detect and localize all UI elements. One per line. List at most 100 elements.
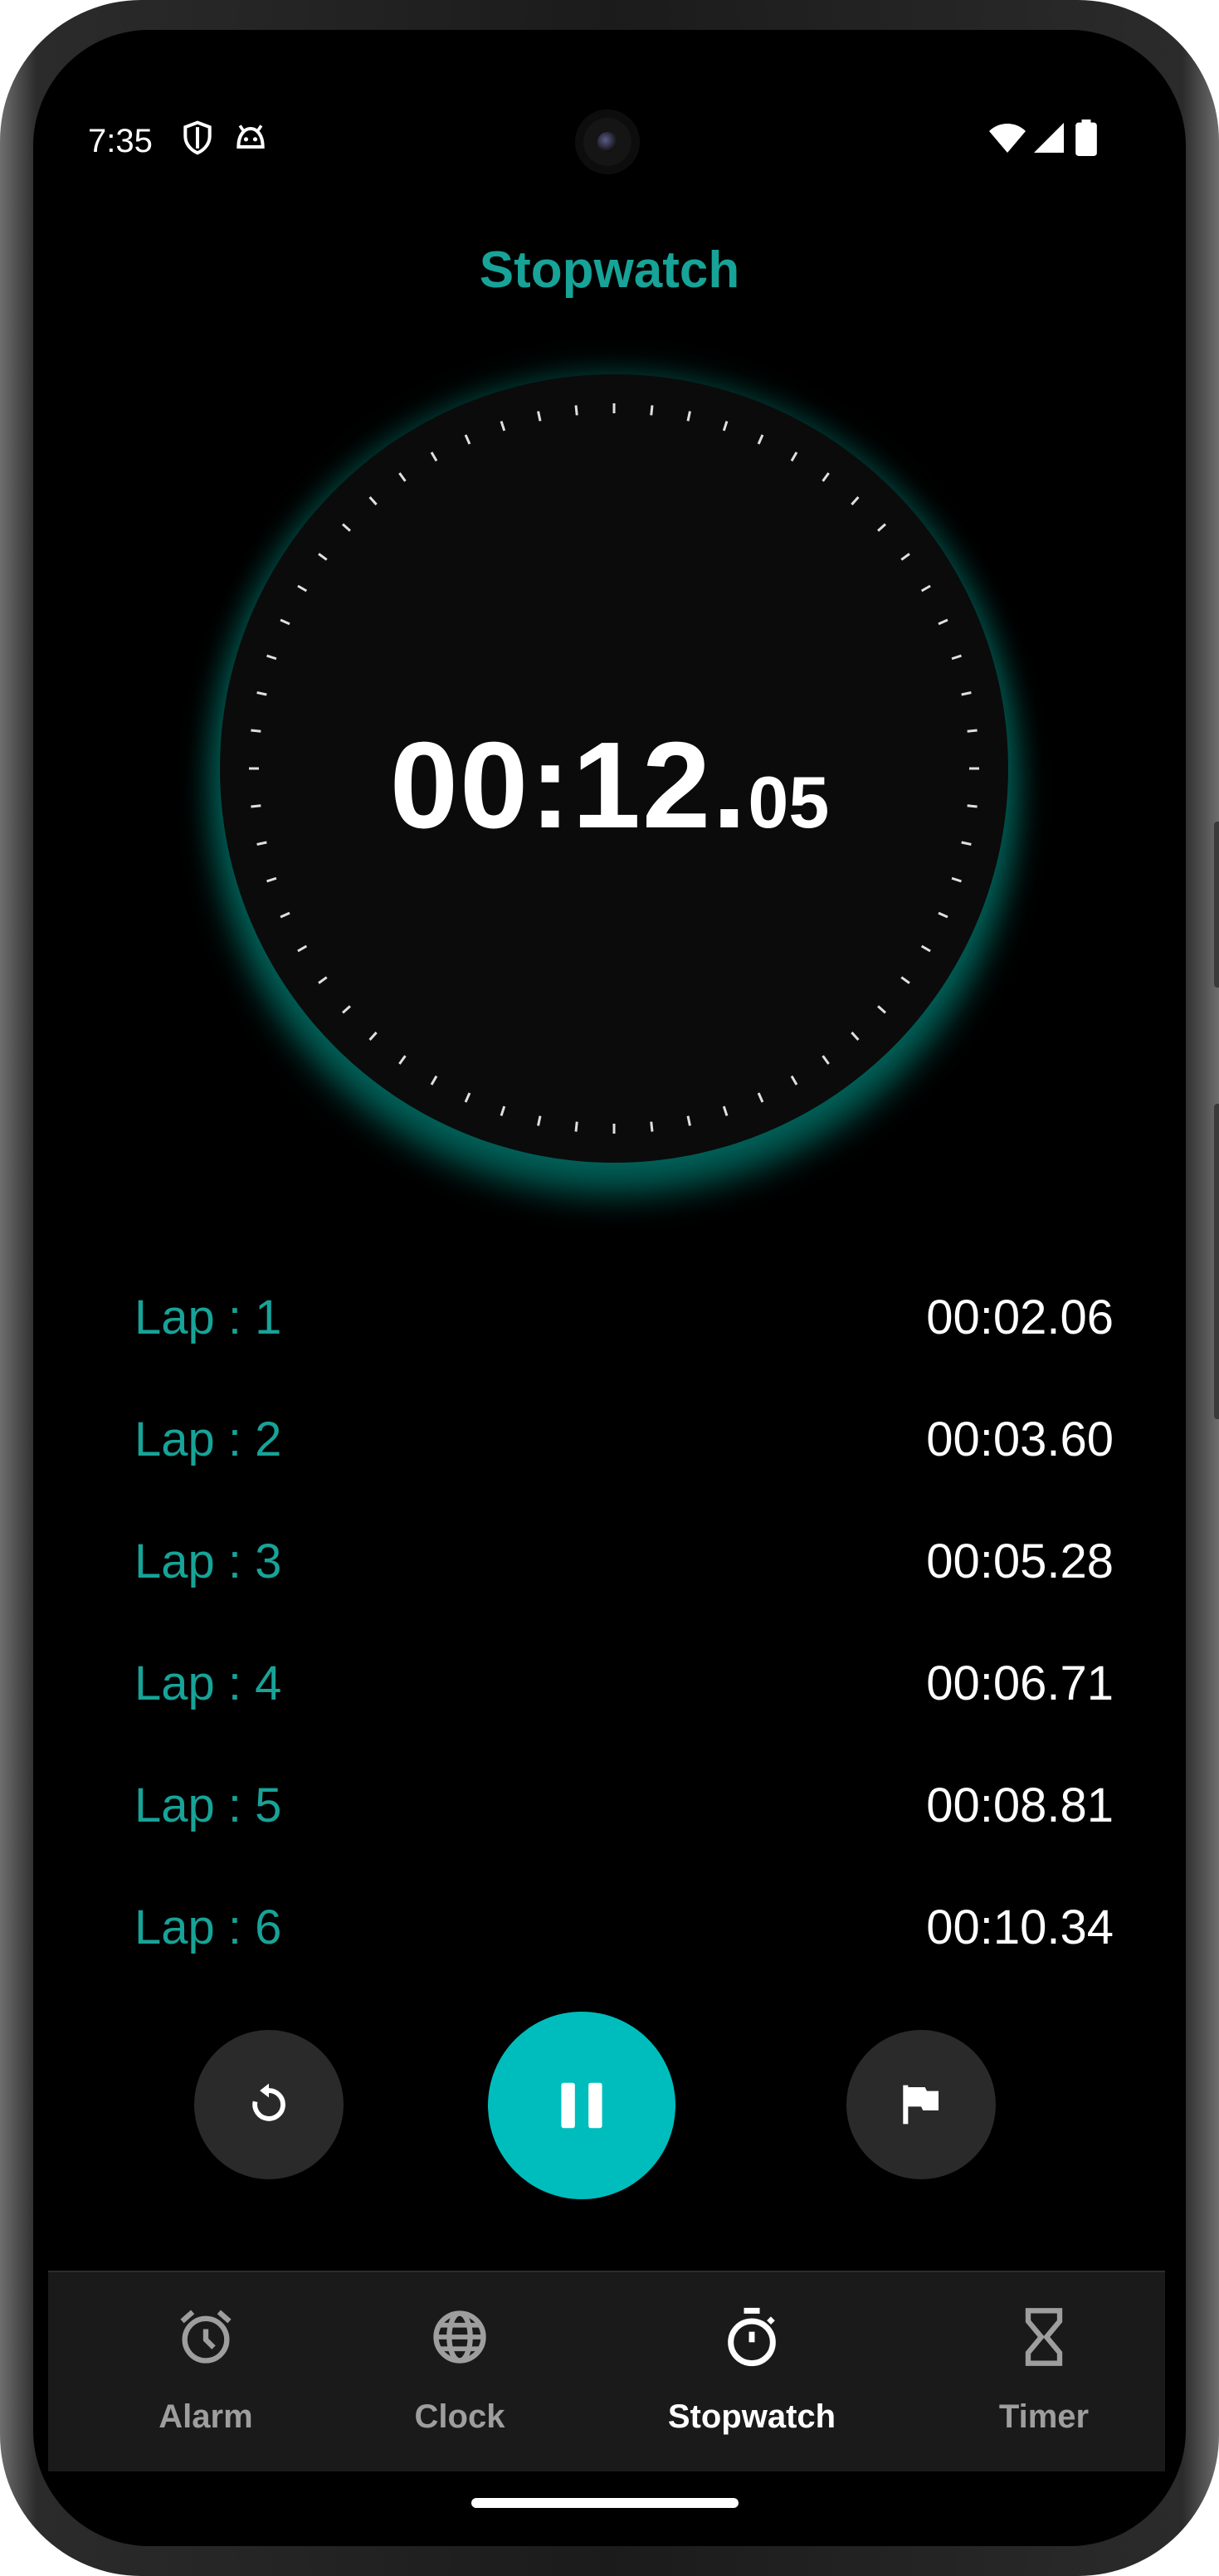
dial-tick: [650, 405, 654, 416]
flag-icon: [903, 2085, 939, 2125]
dial-tick: [920, 584, 931, 593]
nav-label-timer: Timer: [998, 2398, 1090, 2435]
lap-row: Lap : 2 00:03.60: [134, 1387, 1114, 1509]
status-time: 7:35: [88, 123, 153, 159]
lap-time: 00:10.34: [926, 1900, 1114, 1954]
dial-tick: [938, 618, 948, 626]
dial-tick: [430, 1075, 438, 1086]
lap-label: Lap : 2: [134, 1412, 282, 1466]
power-button: [1214, 1104, 1219, 1419]
dial-tick: [342, 1005, 351, 1014]
dial-tick: [297, 584, 308, 593]
lap-time: 00:02.06: [926, 1290, 1114, 1344]
nav-item-timer[interactable]: Timer: [919, 2272, 1168, 2471]
dial-tick: [686, 1115, 691, 1126]
dial-tick: [318, 553, 328, 561]
lap-row: Lap : 4 00:06.71: [134, 1631, 1114, 1753]
dial-tick: [877, 523, 886, 532]
lap-label: Lap : 5: [134, 1778, 282, 1832]
lap-time: 00:08.81: [926, 1778, 1114, 1832]
lap-button[interactable]: [846, 2030, 996, 2179]
dial-tick: [822, 472, 830, 482]
dial-tick: [368, 496, 378, 505]
dial-tick: [318, 976, 328, 984]
page-title: Stopwatch: [479, 242, 740, 299]
lap-row: Lap : 5 00:08.81: [134, 1753, 1114, 1875]
dial-tick: [342, 523, 351, 532]
stopwatch-readout: 00:12.05: [33, 715, 1186, 856]
dial-tick: [256, 691, 267, 696]
nav-item-stopwatch[interactable]: Stopwatch: [627, 2272, 876, 2471]
dial-tick: [266, 654, 277, 661]
lap-label: Lap : 1: [134, 1290, 282, 1344]
dial-tick: [722, 1105, 729, 1116]
dial-tick: [398, 1055, 407, 1065]
dial-tick: [757, 1092, 764, 1103]
dial-tick: [398, 472, 407, 482]
pause-button[interactable]: [488, 2012, 675, 2199]
dial-tick: [537, 1115, 542, 1126]
dial-tick: [297, 944, 308, 953]
lap-row: Lap : 1 00:02.06: [134, 1265, 1114, 1387]
lap-row: Lap : 6 00:10.34: [134, 1875, 1114, 1997]
dial-tick: [961, 691, 972, 696]
nav-label-alarm: Alarm: [158, 2398, 253, 2435]
alarm-icon: [180, 2310, 232, 2364]
dial-tick: [938, 911, 948, 919]
pause-icon: [561, 2082, 602, 2129]
reset-icon: [252, 2083, 285, 2121]
lap-time: 00:05.28: [926, 1534, 1114, 1588]
phone-frame: 7:35 Stopwatch 00:12.05 Lap : 1 00:02.06…: [0, 0, 1219, 2576]
dial-tick: [368, 1032, 378, 1041]
nav-label-clock: Clock: [414, 2398, 505, 2435]
volume-button: [1214, 822, 1219, 988]
globe-icon: [433, 2310, 486, 2364]
reset-button[interactable]: [194, 2030, 344, 2179]
lap-label: Lap : 4: [134, 1656, 282, 1710]
elapsed-time: 00:12.: [389, 717, 748, 854]
dial-tick: [537, 411, 542, 422]
dial-tick: [920, 944, 931, 953]
dial-tick: [851, 1032, 860, 1041]
dial-tick: [574, 405, 578, 416]
dial-tick: [790, 451, 798, 462]
battery-icon: [1075, 120, 1097, 156]
dial-tick: [790, 1075, 798, 1086]
dial-tick: [430, 451, 438, 462]
dial-tick: [650, 1121, 654, 1132]
nav-item-alarm[interactable]: Alarm: [81, 2272, 330, 2471]
dial-tick: [266, 876, 277, 883]
dial-tick: [757, 434, 764, 445]
dial-tick: [686, 411, 691, 422]
dial-tick: [722, 421, 729, 432]
dial-tick: [574, 1121, 578, 1132]
dial-tick: [900, 976, 910, 984]
android-face-icon: [236, 124, 265, 149]
dial-tick: [500, 421, 506, 432]
lap-time: 00:03.60: [926, 1412, 1114, 1466]
dial-tick: [280, 911, 290, 919]
hourglass-icon: [1025, 2308, 1063, 2366]
wifi-icon: [989, 124, 1026, 153]
dial-tick: [900, 553, 910, 561]
lap-label: Lap : 6: [134, 1900, 282, 1954]
dial-tick: [951, 654, 962, 661]
elapsed-hundredths: 05: [748, 761, 830, 843]
home-indicator[interactable]: [471, 2498, 739, 2508]
stopwatch-icon: [728, 2307, 776, 2367]
dial-tick: [851, 496, 860, 505]
nav-label-stopwatch: Stopwatch: [667, 2398, 836, 2435]
bottom-navigation: Alarm Clock Stopwatch Timer: [48, 2271, 1165, 2471]
dial-tick: [822, 1055, 830, 1065]
nav-item-clock[interactable]: Clock: [335, 2272, 584, 2471]
dial-tick: [877, 1005, 886, 1014]
lap-row: Lap : 3 00:05.28: [134, 1509, 1114, 1631]
lap-label: Lap : 3: [134, 1534, 282, 1588]
dial-tick: [280, 618, 290, 626]
dial-tick: [500, 1105, 506, 1116]
dial-tick: [464, 1092, 471, 1103]
shield-icon: [183, 120, 212, 155]
dial-tick: [464, 434, 471, 445]
signal-icon: [1034, 123, 1064, 153]
lap-time: 00:06.71: [926, 1656, 1114, 1710]
